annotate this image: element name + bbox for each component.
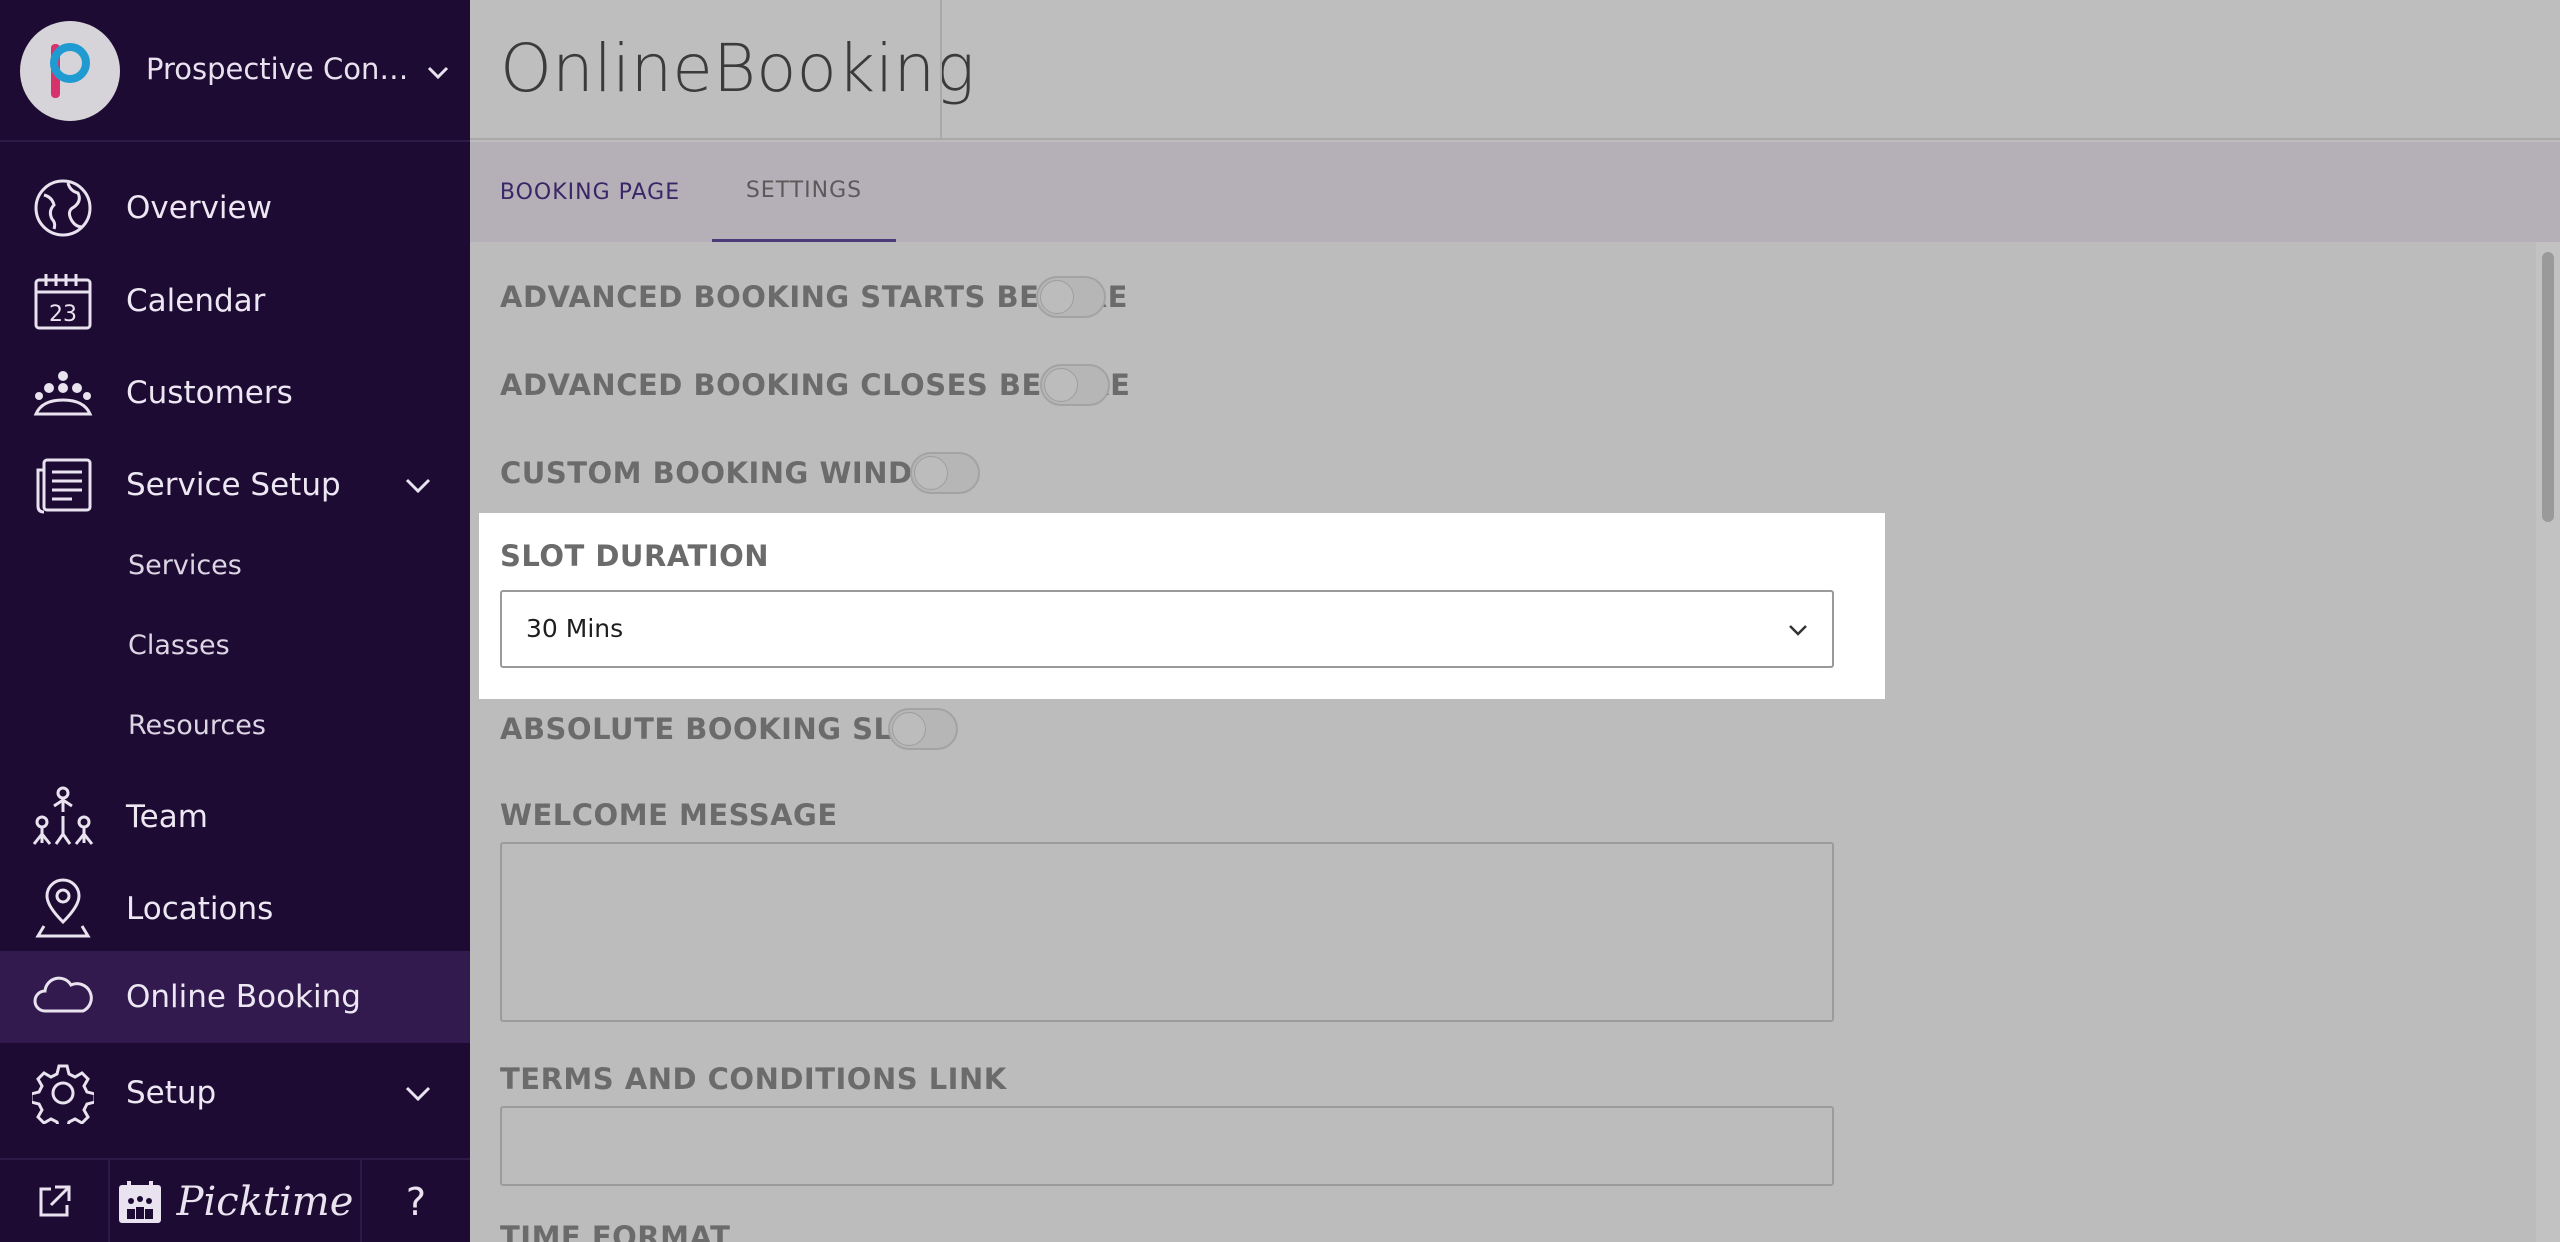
chevron-down-icon[interactable] (402, 1077, 434, 1109)
terms-link-input[interactable] (500, 1106, 1834, 1186)
page-title: OnlineBooking (500, 30, 975, 107)
advanced-booking-closes-label: ADVANCED BOOKING CLOSES BEFORE (500, 368, 1131, 402)
location-pin-icon (30, 876, 96, 942)
org-logo (20, 21, 120, 121)
picktime-logo-icon (118, 1181, 161, 1223)
nav-item-calendar[interactable]: 23 Calendar (0, 255, 470, 347)
welcome-message-label: WELCOME MESSAGE (500, 798, 838, 832)
chevron-down-icon (1789, 625, 1807, 636)
terms-link-label: TERMS AND CONDITIONS LINK (500, 1062, 1007, 1096)
slot-duration-select[interactable]: 30 Mins (500, 590, 1834, 668)
advanced-booking-closes-toggle[interactable] (1040, 364, 1110, 406)
team-icon (30, 784, 96, 850)
settings-panel: ADVANCED BOOKING STARTS BEFORE ADVANCED … (470, 242, 2536, 1242)
chevron-down-icon[interactable] (424, 58, 452, 86)
org-switcher[interactable]: Prospective Consul... (0, 0, 470, 142)
top-bar: OnlineBooking (470, 0, 2560, 140)
tab-booking-page[interactable]: BOOKING PAGE (470, 142, 710, 242)
nav-item-online-booking[interactable]: Online Booking (0, 951, 470, 1043)
custom-booking-window-label: CUSTOM BOOKING WINDOW (500, 456, 971, 490)
slot-duration-card: SLOT DURATION 30 Mins (479, 513, 1885, 699)
absolute-booking-slot-label: ABSOLUTE BOOKING SLOT (500, 712, 937, 746)
scrollbar[interactable] (2536, 242, 2560, 1242)
tab-settings[interactable]: SETTINGS (712, 142, 896, 242)
time-format-label: TIME FORMAT (500, 1220, 731, 1242)
sidebar-subitem-classes[interactable]: Classes (128, 630, 230, 661)
svg-text:23: 23 (49, 302, 77, 327)
nav-item-team[interactable]: Team (0, 771, 470, 863)
nav-item-service-setup[interactable]: Service Setup (0, 439, 470, 531)
scrollbar-thumb[interactable] (2542, 252, 2554, 522)
nav-item-setup[interactable]: Setup (0, 1047, 470, 1139)
sidebar-subitem-services[interactable]: Services (128, 550, 242, 581)
external-link-icon[interactable] (0, 1160, 108, 1242)
sidebar: Prospective Consul... Overview 23 (0, 0, 470, 1242)
advanced-booking-starts-toggle[interactable] (1036, 276, 1106, 318)
cloud-icon (30, 964, 96, 1030)
nav-item-customers[interactable]: Customers (0, 347, 470, 439)
calendar-icon: 23 (30, 268, 96, 334)
custom-booking-window-toggle[interactable] (910, 452, 980, 494)
customers-icon (30, 360, 96, 426)
picktime-brand[interactable]: Picktime (110, 1160, 360, 1242)
welcome-message-textarea[interactable] (500, 842, 1834, 1022)
advanced-booking-starts-label: ADVANCED BOOKING STARTS BEFORE (500, 280, 1128, 314)
service-setup-icon (30, 452, 96, 518)
tab-bar: BOOKING PAGE SETTINGS (470, 142, 2560, 242)
sidebar-footer: Picktime ? (0, 1158, 470, 1242)
chevron-down-icon[interactable] (402, 469, 434, 501)
globe-icon (30, 175, 96, 241)
help-button[interactable]: ? (362, 1160, 470, 1242)
slot-duration-value: 30 Mins (526, 614, 624, 643)
sidebar-subitem-resources[interactable]: Resources (128, 710, 266, 741)
absolute-booking-slot-toggle[interactable] (888, 708, 958, 750)
slot-duration-label: SLOT DURATION (500, 539, 770, 573)
nav-item-overview[interactable]: Overview (0, 162, 470, 254)
nav-item-locations[interactable]: Locations (0, 863, 470, 955)
gear-icon (30, 1060, 96, 1126)
org-name: Prospective Consul... (146, 52, 416, 86)
